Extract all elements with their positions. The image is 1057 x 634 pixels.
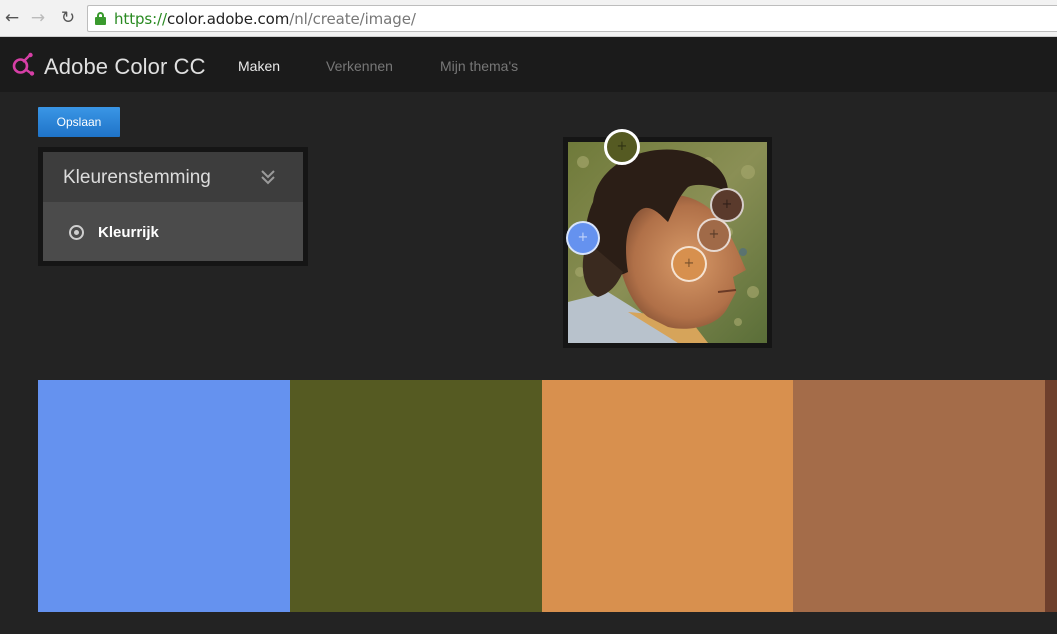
color-picker-brown[interactable]: +	[697, 218, 731, 252]
swatch-5[interactable]	[1045, 380, 1057, 612]
color-picker-dark-brown[interactable]: +	[710, 188, 744, 222]
browser-toolbar: ← → ↻ https://color.adobe.com/nl/create/…	[0, 0, 1057, 37]
color-mood-option-label: Kleurrijk	[98, 224, 159, 241]
swatch-4[interactable]	[793, 380, 1045, 612]
url-path: /nl/create/image/	[289, 10, 416, 28]
save-button[interactable]: Opslaan	[38, 107, 120, 137]
plus-icon: +	[683, 256, 695, 271]
url-host: color.adobe.com	[166, 10, 290, 28]
color-mood-title: Kleurenstemming	[63, 167, 211, 188]
plus-icon: +	[708, 227, 720, 242]
radio-selected-icon[interactable]	[69, 225, 84, 240]
color-picker-blue[interactable]: +	[566, 221, 600, 255]
adobe-color-logo-icon[interactable]	[11, 52, 35, 76]
color-mood-option[interactable]: Kleurrijk	[43, 202, 303, 261]
swatch-1[interactable]	[38, 380, 290, 612]
color-mood-panel: Kleurenstemming Kleurrijk	[38, 147, 308, 266]
app-title[interactable]: Adobe Color CC	[44, 54, 206, 80]
tab-maken[interactable]: Maken	[238, 58, 280, 74]
color-picker-olive[interactable]: +	[604, 129, 640, 165]
url-protocol: https://	[114, 10, 167, 28]
url-text[interactable]: https://color.adobe.com/nl/create/image/	[114, 10, 416, 28]
double-chevron-down-icon[interactable]	[259, 166, 277, 188]
tab-mijn-themas[interactable]: Mijn thema's	[440, 58, 518, 74]
lock-icon	[95, 12, 106, 25]
reload-icon[interactable]: ↻	[58, 8, 78, 28]
swatch-2[interactable]	[290, 380, 542, 612]
arrow-left-icon[interactable]: ←	[2, 8, 22, 28]
plus-icon: +	[721, 197, 733, 212]
color-picker-orange[interactable]: +	[671, 246, 707, 282]
plus-icon: +	[616, 139, 628, 154]
color-swatches	[38, 380, 1057, 612]
plus-icon: +	[577, 230, 589, 245]
tab-verkennen[interactable]: Verkennen	[326, 58, 393, 74]
app-header: Adobe Color CC Maken Verkennen Mijn them…	[0, 37, 1057, 92]
color-mood-dropdown[interactable]: Kleurenstemming	[43, 152, 303, 202]
address-bar[interactable]: https://color.adobe.com/nl/create/image/	[87, 5, 1057, 32]
arrow-right-icon[interactable]: →	[28, 8, 48, 28]
swatch-3[interactable]	[542, 380, 793, 612]
